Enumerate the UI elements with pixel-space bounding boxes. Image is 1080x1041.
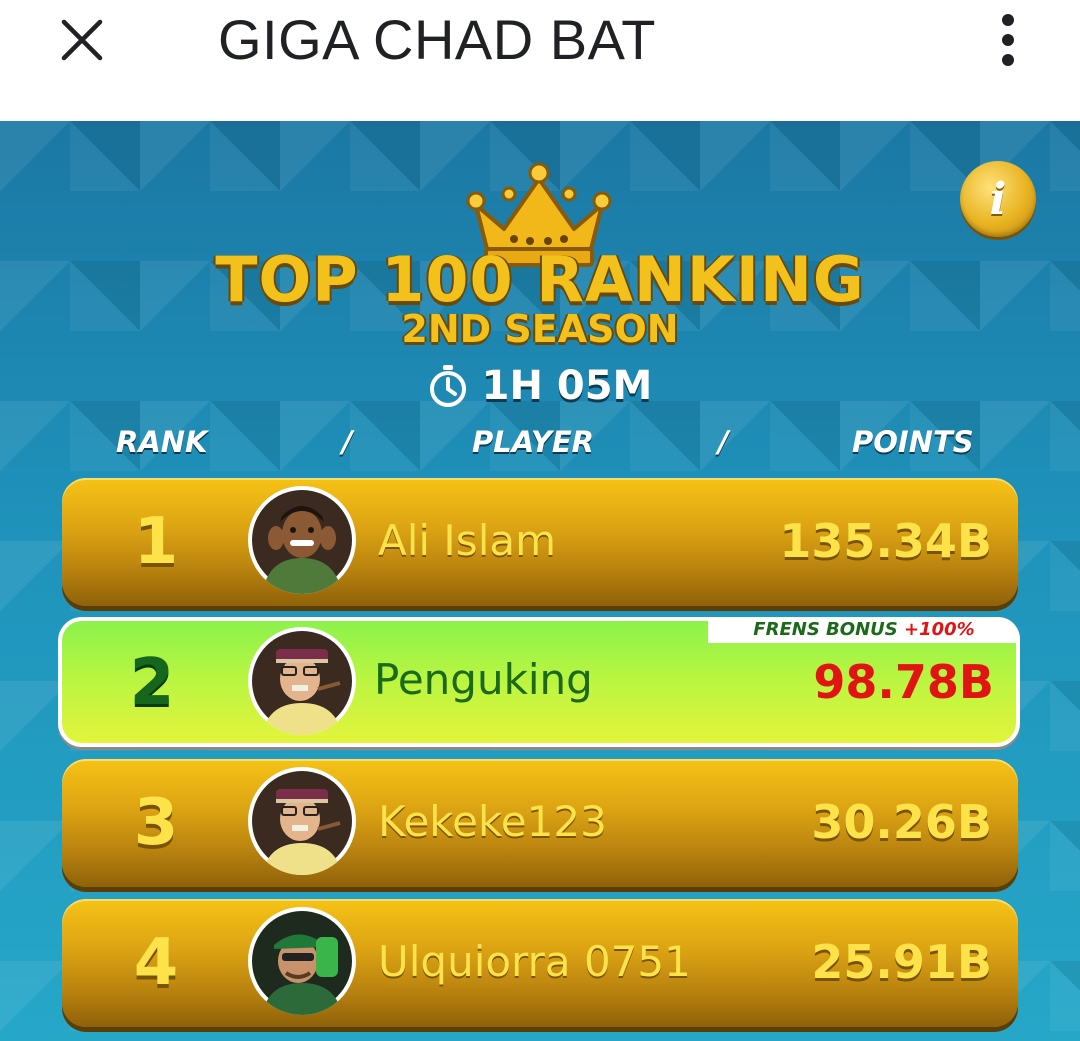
leaderboard-header: RANK / PLAYER / POINTS: [0, 425, 1080, 469]
close-icon: [61, 19, 103, 61]
player-avatar: [248, 907, 356, 1015]
info-icon: i: [989, 173, 1007, 225]
header-player: PLAYER: [472, 425, 594, 459]
close-button[interactable]: [58, 16, 106, 64]
header-separator: /: [342, 425, 353, 459]
leaderboard-row-current-user[interactable]: FRENS BONUS +100% 2 Penguking 98.78B: [58, 617, 1020, 747]
bonus-label: FRENS BONUS: [753, 619, 904, 640]
player-avatar: [248, 767, 356, 875]
more-options-button[interactable]: [990, 10, 1026, 70]
bonus-value: +100%: [903, 619, 975, 640]
player-name: Penguking: [374, 655, 593, 704]
rank-number: 2: [129, 646, 175, 720]
player-points: 98.78B: [813, 655, 994, 709]
frens-bonus-badge: FRENS BONUS +100%: [708, 617, 1020, 643]
player-avatar: [248, 486, 356, 594]
rank-number: 1: [133, 505, 179, 579]
info-button[interactable]: i: [960, 161, 1036, 237]
rank-number: 3: [133, 786, 179, 860]
season-timer: 1H 05M: [0, 363, 1080, 409]
header-separator: /: [718, 425, 729, 459]
player-avatar: [248, 627, 356, 735]
rank-number: 4: [133, 926, 179, 1000]
season-subtitle: 2ND SEASON: [401, 307, 679, 351]
player-points: 30.26B: [811, 795, 992, 849]
header-rank: RANK: [116, 425, 208, 459]
stopwatch-icon: [429, 365, 466, 407]
leaderboard-row[interactable]: 1 Ali Islam 135.34B: [62, 478, 1018, 606]
timer-text: 1H 05M: [481, 363, 653, 409]
player-name: Ulquiorra 0751: [378, 937, 691, 986]
leaderboard-row[interactable]: 4 Ulquiorra 0751 25.91B: [62, 899, 1018, 1027]
more-vert-icon: [1002, 14, 1014, 66]
player-name: Kekeke123: [378, 797, 607, 846]
app-title: GIGA CHAD BAT: [218, 8, 656, 71]
player-points: 25.91B: [811, 935, 992, 989]
player-name: Ali Islam: [378, 516, 557, 565]
app-bar: GIGA CHAD BAT: [0, 0, 1080, 121]
ranking-title: TOP 100 RANKING: [215, 243, 865, 316]
leaderboard-row[interactable]: 3 Kekeke123 30.26B: [62, 759, 1018, 887]
player-points: 135.34B: [779, 514, 992, 568]
header-points: POINTS: [852, 425, 974, 459]
leaderboard-screen: i TOP 100 RANKING 2ND SEASON 1H 05M RANK…: [0, 121, 1080, 1041]
